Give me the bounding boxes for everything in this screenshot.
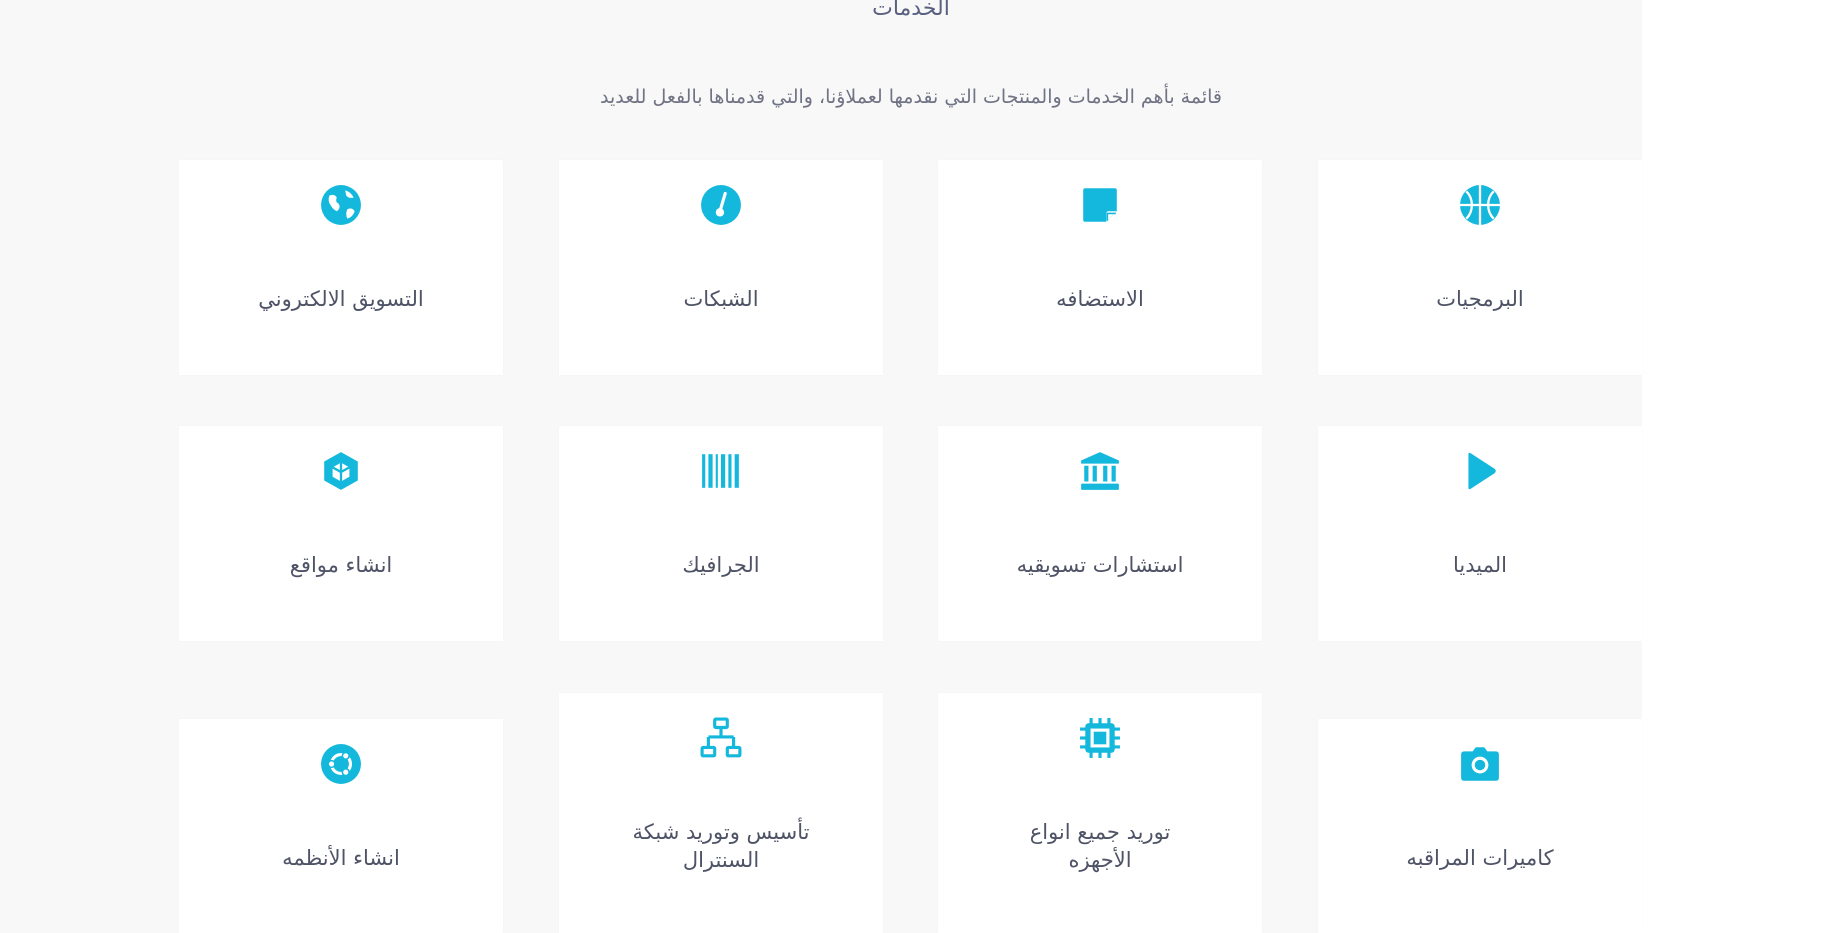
- barcode-icon: [700, 450, 742, 492]
- service-label: تأسيس وتوريد شبكة السنترال: [632, 820, 810, 872]
- service-label: الجرافيك: [682, 553, 760, 577]
- services-section: الخدمات قائمة بأهم الخدمات والمنتجات الت…: [0, 0, 1642, 933]
- service-label: الاستضافه: [1056, 287, 1144, 311]
- service-card-marketing-consulting[interactable]: استشارات تسويقيه: [938, 426, 1262, 641]
- service-card-systems-creation[interactable]: انشاء الأنظمه: [179, 719, 503, 933]
- service-label: استشارات تسويقيه: [1016, 553, 1184, 577]
- sticky-note-icon: [1079, 184, 1121, 226]
- gauge-icon: [700, 184, 742, 226]
- section-title: الخدمات: [872, 0, 950, 21]
- service-label: الشبكات: [683, 287, 759, 311]
- service-label: البرمجيات: [1436, 287, 1524, 311]
- service-card-networks[interactable]: الشبكات: [559, 160, 883, 375]
- service-card-software[interactable]: البرمجيات: [1318, 160, 1642, 375]
- service-card-e-marketing[interactable]: التسويق الالكتروني: [179, 160, 503, 375]
- service-card-website-creation[interactable]: انشاء مواقع: [179, 426, 503, 641]
- section-subtitle: قائمة بأهم الخدمات والمنتجات التي نقدمها…: [599, 86, 1223, 108]
- service-label: توريد جميع انواع الأجهزه: [1029, 820, 1171, 872]
- service-card-graphics[interactable]: الجرافيك: [559, 426, 883, 641]
- ubuntu-icon: [320, 743, 362, 785]
- service-label: كاميرات المراقبه: [1406, 846, 1554, 870]
- service-card-surveillance-cameras[interactable]: كاميرات المراقبه: [1318, 719, 1642, 933]
- basketball-icon: [1459, 184, 1501, 226]
- service-label: الميديا: [1453, 553, 1507, 577]
- globe-icon: [320, 184, 362, 226]
- service-label: التسويق الالكتروني: [258, 287, 424, 311]
- camera-icon: [1459, 743, 1501, 785]
- service-card-media[interactable]: الميديا: [1318, 426, 1642, 641]
- play-icon: [1459, 450, 1501, 492]
- service-label: انشاء الأنظمه: [282, 846, 400, 870]
- service-card-hosting[interactable]: الاستضافه: [938, 160, 1262, 375]
- network-icon: [700, 717, 742, 759]
- chip-icon: [1079, 717, 1121, 759]
- cube-icon: [320, 450, 362, 492]
- service-card-pbx-network[interactable]: تأسيس وتوريد شبكة السنترال: [559, 693, 883, 933]
- bank-icon: [1079, 450, 1121, 492]
- service-label: انشاء مواقع: [289, 553, 393, 577]
- service-card-device-supply[interactable]: توريد جميع انواع الأجهزه: [938, 693, 1262, 933]
